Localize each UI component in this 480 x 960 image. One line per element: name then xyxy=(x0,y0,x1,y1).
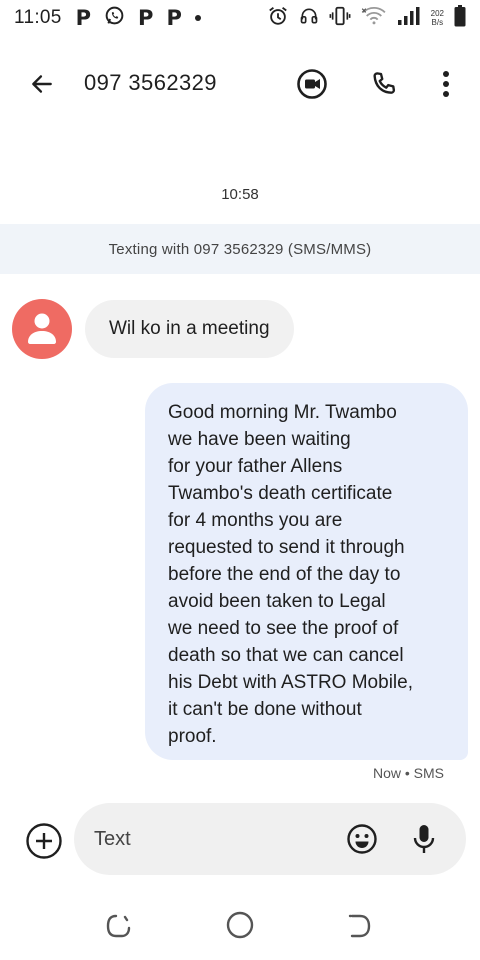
wifi-icon xyxy=(361,6,387,31)
net-speed-value: 202 xyxy=(430,9,444,18)
compose-bar xyxy=(74,803,466,875)
phone-icon xyxy=(373,72,396,94)
voice-button[interactable] xyxy=(406,821,442,857)
notification-icons: P P P xyxy=(76,5,201,31)
net-speed-unit: B/s xyxy=(431,18,444,27)
emoji-button[interactable] xyxy=(344,821,380,857)
home-circle-icon xyxy=(226,911,254,939)
more-options-button[interactable] xyxy=(432,66,460,102)
p-icon: P xyxy=(75,6,92,30)
dot-icon xyxy=(194,15,201,21)
message-status: Now • SMS xyxy=(372,765,444,781)
message-input[interactable] xyxy=(94,803,334,875)
texting-banner: Texting with 097 3562329 (SMS/MMS) xyxy=(0,224,480,274)
emoji-icon xyxy=(347,824,377,854)
contact-title[interactable]: 097 3562329 xyxy=(84,70,217,96)
p-icon: P xyxy=(138,6,154,30)
recents-button[interactable] xyxy=(104,911,134,941)
outgoing-message[interactable]: Good morning Mr. Twambo we have been wai… xyxy=(145,383,468,760)
conversation-timestamp: 10:58 xyxy=(221,186,259,203)
back-button[interactable] xyxy=(26,68,58,100)
back-gesture-icon xyxy=(348,914,371,938)
call-button[interactable] xyxy=(366,66,402,102)
whatsapp-icon xyxy=(104,5,125,31)
signal-icon xyxy=(397,6,421,31)
incoming-message[interactable]: Wil ko in a meeting xyxy=(85,300,294,358)
status-time: 11:05 xyxy=(14,7,62,28)
app-bar: 097 3562329 xyxy=(0,52,480,116)
video-call-button[interactable] xyxy=(294,66,330,102)
add-circle-icon xyxy=(26,823,62,859)
home-button[interactable] xyxy=(225,910,255,940)
system-icons: 202 B/s xyxy=(267,4,466,32)
arrow-back-icon xyxy=(32,75,52,93)
person-icon xyxy=(28,313,56,344)
video-call-icon xyxy=(297,69,327,99)
p-icon: P xyxy=(166,6,182,30)
navigation-bar xyxy=(0,900,480,950)
nav-back-button[interactable] xyxy=(344,911,374,941)
battery-icon xyxy=(454,4,466,32)
net-speed: 202 B/s xyxy=(431,9,444,27)
attach-button[interactable] xyxy=(25,822,63,860)
mic-icon xyxy=(413,825,435,853)
alarm-icon xyxy=(267,5,289,32)
status-bar: 11:05 P P P 202 B/s xyxy=(0,0,480,36)
contact-avatar[interactable] xyxy=(12,299,72,359)
recents-icon xyxy=(106,914,131,938)
more-vert-icon xyxy=(443,71,449,97)
vibrate-icon xyxy=(329,5,351,32)
headset-icon xyxy=(299,5,319,32)
